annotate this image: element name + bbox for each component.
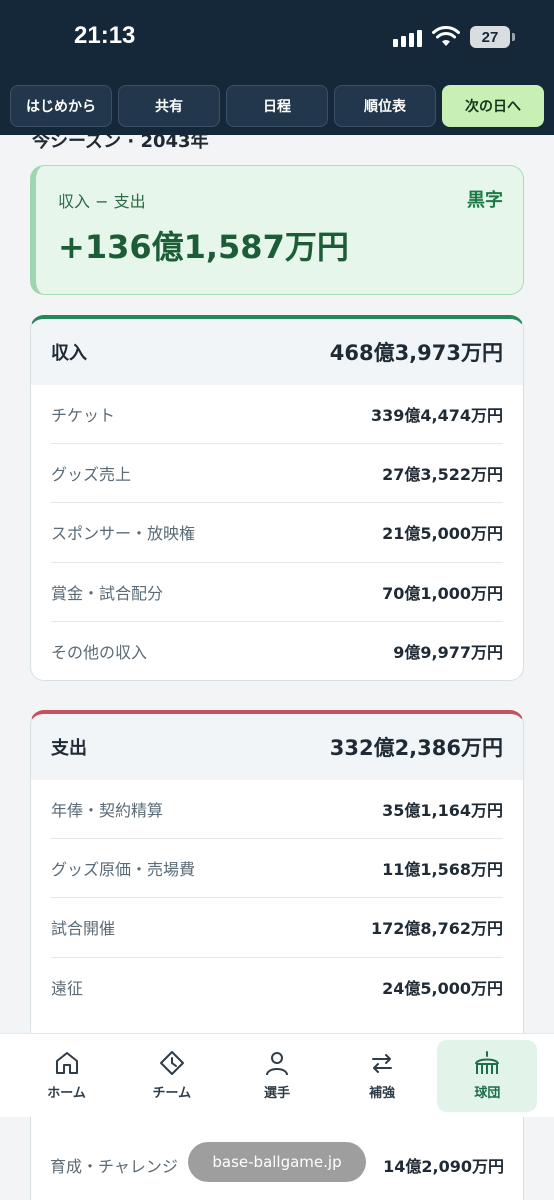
balance-status-badge: 黒字 [467, 190, 503, 211]
expense-row-salary: 年俸・契約精算 35億1,164万円 [51, 780, 503, 840]
row-value: 9億9,977万円 [393, 643, 503, 663]
income-row-prize: 賞金・試合配分 70億1,000万円 [51, 563, 503, 622]
schedule-button[interactable]: 日程 [226, 85, 328, 127]
cellular-signal-icon [393, 27, 422, 47]
expense-title: 支出 [51, 738, 87, 759]
expense-card: 支出 332億2,386万円 年俸・契約精算 35億1,164万円 グッズ原価・… [30, 710, 524, 1200]
row-label: 遠征 [51, 979, 84, 999]
person-icon [265, 1052, 288, 1076]
status-time: 21:13 [74, 22, 136, 49]
row-value: 172億8,762万円 [370, 919, 503, 939]
row-value: 11億1,568万円 [382, 860, 503, 880]
bottom-nav: ホーム チーム 選手 補強 球団 [0, 1033, 554, 1117]
row-label: 年俸・契約精算 [51, 801, 164, 821]
row-value: 35億1,164万円 [382, 801, 503, 821]
income-card: 収入 468億3,973万円 チケット 339億4,474万円 グッズ売上 27… [30, 315, 524, 681]
wifi-icon [432, 26, 460, 46]
nav-label: チーム [152, 1086, 192, 1101]
status-icons: 27 [393, 26, 515, 48]
balance-value: +136億1,587万円 [58, 228, 349, 266]
diamond-clock-icon [159, 1051, 184, 1075]
expense-header: 支出 332億2,386万円 [31, 714, 523, 780]
nav-home[interactable]: ホーム [17, 1040, 117, 1112]
top-header: 21:13 27 はじめから 共有 日程 順位表 次の日へ [0, 0, 554, 135]
stadium-icon [475, 1051, 500, 1074]
nav-label: 球団 [474, 1086, 501, 1101]
home-icon [55, 1052, 78, 1074]
row-value: 21億5,000万円 [382, 524, 503, 544]
nav-label: 補強 [369, 1086, 396, 1101]
next-day-button[interactable]: 次の日へ [442, 85, 544, 127]
row-value: 24億5,000万円 [382, 979, 503, 999]
row-value: 70億1,000万円 [382, 583, 503, 603]
row-label: 育成・チャレンジ [50, 1157, 178, 1176]
row-value: 27億3,522万円 [382, 465, 503, 485]
expense-total: 332億2,386万円 [329, 736, 503, 760]
income-total: 468億3,973万円 [329, 341, 503, 365]
nav-label: ホーム [47, 1086, 86, 1101]
row-label: チケット [51, 406, 116, 426]
nav-label: 選手 [263, 1086, 290, 1101]
row-label: グッズ売上 [51, 465, 132, 485]
nav-team[interactable]: チーム [122, 1040, 222, 1112]
battery-icon: 27 [470, 26, 515, 48]
row-value: 14億2,090万円 [383, 1157, 504, 1176]
standings-button[interactable]: 順位表 [334, 85, 436, 127]
income-row-ticket: チケット 339億4,474万円 [51, 385, 503, 445]
row-label: スポンサー・放映権 [51, 524, 196, 544]
balance-card: 収入 − 支出 黒字 +136億1,587万円 [30, 165, 524, 295]
income-title: 収入 [51, 343, 87, 364]
income-row-sponsor: スポンサー・放映権 21億5,000万円 [51, 503, 503, 563]
row-label: 試合開催 [51, 919, 116, 939]
season-title: 今シーズン · 2043年 [32, 135, 209, 152]
header-nav-tabs: はじめから 共有 日程 順位表 次の日へ [10, 85, 544, 127]
browser-url-pill[interactable]: base-ballgame.jp [188, 1142, 366, 1182]
balance-label: 収入 − 支出 [58, 192, 146, 211]
nav-reinforce[interactable]: 補強 [332, 1040, 432, 1112]
expense-row-game-hosting: 試合開催 172億8,762万円 [51, 898, 503, 958]
row-label: グッズ原価・売場費 [51, 860, 196, 880]
start-over-button[interactable]: はじめから [10, 85, 112, 127]
row-label: 賞金・試合配分 [51, 583, 164, 603]
row-label: その他の収入 [51, 643, 148, 663]
expense-row-travel: 遠征 24億5,000万円 [51, 958, 503, 1017]
nav-club[interactable]: 球団 [437, 1039, 538, 1112]
expense-row-goods-cost: グッズ原価・売場費 11億1,568万円 [51, 839, 503, 899]
income-row-goods: グッズ売上 27億3,522万円 [51, 444, 503, 504]
row-value: 339億4,474万円 [370, 406, 503, 426]
income-row-other: その他の収入 9億9,977万円 [51, 622, 503, 680]
income-header: 収入 468億3,973万円 [31, 319, 523, 385]
nav-players[interactable]: 選手 [227, 1040, 327, 1112]
share-button[interactable]: 共有 [118, 85, 220, 127]
swap-icon [372, 1054, 393, 1073]
